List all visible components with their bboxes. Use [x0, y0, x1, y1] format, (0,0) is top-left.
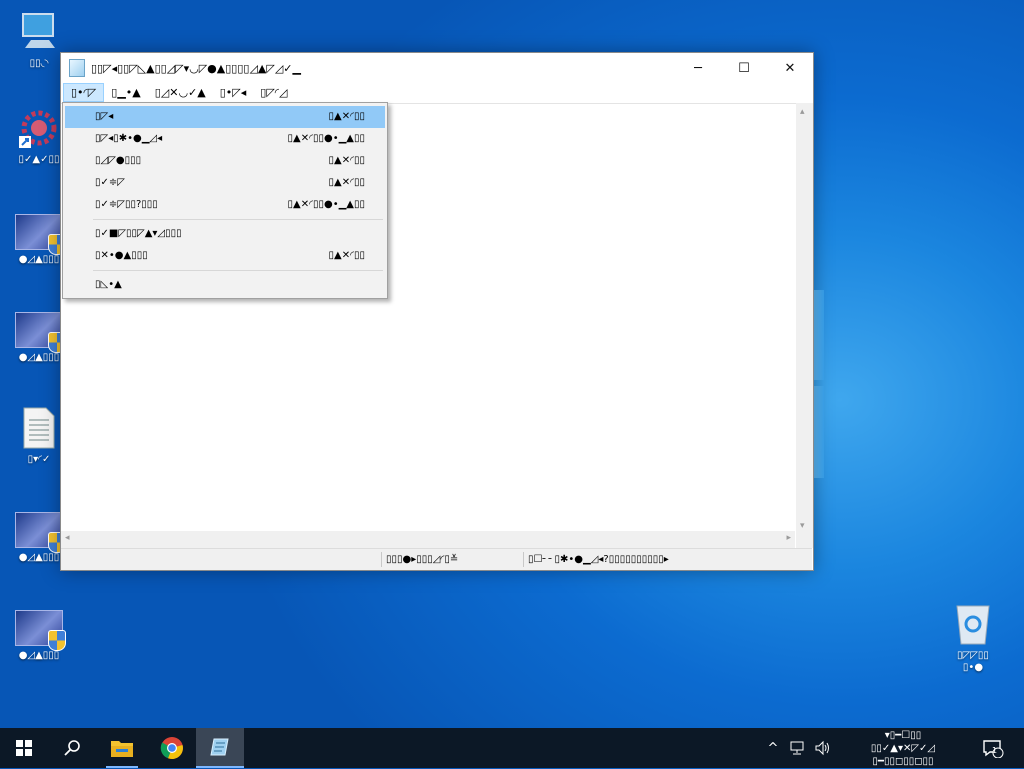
minimize-button[interactable]: ─ — [675, 53, 721, 83]
menu-edit[interactable]: ▯▁•▲ — [104, 83, 147, 102]
taskbar-file-explorer[interactable] — [98, 728, 146, 768]
shield-app-icon — [15, 610, 66, 651]
notepad-icon — [69, 59, 85, 77]
volume-icon[interactable] — [812, 728, 834, 768]
taskbar: ^ ▾▯━☐▯▯ ▯▯✓▲▾✕◸✓◿ ▯━▯▯◻▯▯◻▯▯ 1 — [0, 728, 1024, 768]
text-file-icon — [22, 406, 56, 450]
menu-item-print[interactable]: ▯✕•●▲▯▯▯ ▯▲✕◜▯▯ — [65, 245, 385, 267]
menu-help[interactable]: ▯◸◜◿ — [253, 83, 294, 102]
file-menu-dropdown: ▯◸◂ ▯▲✕◜▯▯ ▯◸◂▯✱•●▁◿◂ ▯▲✕◜▯▯●•▁▲▯▯ ▯◿◸●▯… — [62, 102, 388, 299]
menu-item-open[interactable]: ▯◿◸●▯▯▯ ▯▲✕◜▯▯ — [65, 150, 385, 172]
desktop-icon-recycle-bin[interactable]: ▯◸◸▯▯ ▯•● — [936, 602, 1010, 674]
vertical-scrollbar[interactable]: ▴ ▾ — [796, 103, 813, 533]
action-center-button[interactable]: 1 — [978, 728, 1008, 768]
close-button[interactable]: ✕ — [767, 53, 813, 83]
scroll-down-icon[interactable]: ▾ — [800, 521, 805, 531]
computer-icon — [19, 10, 59, 54]
taskbar-notepad[interactable] — [196, 728, 244, 768]
recycle-bin-label: ▯•● — [962, 662, 984, 673]
shield-app-icon — [15, 214, 66, 255]
windows-logo-icon — [16, 740, 32, 756]
menu-separator — [93, 219, 383, 220]
status-bar: ▯▯▯●▸▯▯▯◿◜▯≚ ▯☐╴╴▯✱•●▁◿◂?▯▯▯▯▯▯▯▯▯▯▸ — [61, 548, 812, 570]
recycle-bin-label: ▯◸◸▯▯ — [957, 650, 989, 661]
menu-item-page-setup[interactable]: ▯✓■◸▯▯◸▲▾◿▯▯▯ — [65, 223, 385, 245]
notification-count-badge: 1 — [992, 746, 998, 755]
folder-icon — [111, 741, 133, 757]
desktop-icon-app[interactable]: ●◿▲▯▯▯ — [2, 610, 76, 662]
status-encoding: ▯☐╴╴▯✱•●▁◿◂?▯▯▯▯▯▯▯▯▯▯▸ — [523, 552, 669, 567]
clock[interactable]: ▾▯━☐▯▯ ▯▯✓▲▾✕◸✓◿ ▯━▯▯◻▯▯◻▯▯ — [848, 728, 958, 769]
menu-item-save[interactable]: ▯✓≑◸ ▯▲✕◜▯▯ — [65, 172, 385, 194]
clock-line: ▯▯✓▲▾✕◸✓◿ — [870, 743, 936, 754]
search-button[interactable] — [48, 728, 96, 768]
menu-item-new-window[interactable]: ▯◸◂▯✱•●▁◿◂ ▯▲✕◜▯▯●•▁▲▯▯ — [65, 128, 385, 150]
scroll-left-icon[interactable]: ◂ — [65, 533, 70, 543]
window-title: ▯▯◸◂▯▯◸◺▲▯▯◿◸▾◡◸●▲▯▯▯▯◿▲◸◿✓▁ — [91, 61, 301, 75]
shield-app-icon — [15, 512, 66, 553]
desktop-icon-label: ●◿▲▯▯▯ — [18, 650, 60, 661]
network-icon[interactable] — [786, 728, 808, 768]
notepad-icon — [210, 738, 229, 756]
shield-app-icon — [15, 312, 66, 353]
horizontal-scrollbar[interactable]: ◂ ▸ — [61, 531, 795, 548]
scrollbar-corner — [796, 531, 813, 548]
start-button[interactable] — [0, 728, 48, 768]
status-cursor-position: ▯▯▯●▸▯▯▯◿◜▯≚ — [381, 552, 458, 567]
clock-line: ▯━▯▯◻▯▯◻▯▯ — [872, 756, 934, 767]
scroll-up-icon[interactable]: ▴ — [800, 107, 805, 117]
show-hidden-icons-button[interactable]: ^ — [764, 728, 782, 768]
menu-format[interactable]: ▯◿✕◡✓▲ — [148, 83, 213, 102]
title-bar[interactable]: ▯▯◸◂▯▯◸◺▲▯▯◿◸▾◡◸●▲▯▯▯▯◿▲◸◿✓▁ ─ ☐ ✕ — [61, 53, 813, 83]
clock-line: ▾▯━☐▯▯ — [884, 730, 922, 741]
menu-item-save-as[interactable]: ▯✓≑◸▯▯?▯▯▯ ▯▲✕◜▯▯●•▁▲▯▯ — [65, 194, 385, 216]
taskbar-chrome[interactable] — [148, 728, 196, 768]
menu-bar: ▯•◜◸ ▯▁•▲ ▯◿✕◡✓▲ ▯•◸◂ ▯◸◜◿ — [61, 83, 813, 102]
menu-item-new[interactable]: ▯◸◂ ▯▲✕◜▯▯ — [65, 106, 385, 128]
menu-file[interactable]: ▯•◜◸ — [63, 83, 105, 102]
recycle-bin-icon — [953, 602, 993, 646]
menu-view[interactable]: ▯•◸◂ — [213, 83, 254, 102]
gear-shortcut-icon — [17, 106, 61, 150]
scroll-right-icon[interactable]: ▸ — [786, 533, 791, 543]
menu-separator — [93, 270, 383, 271]
maximize-button[interactable]: ☐ — [721, 53, 767, 83]
chrome-icon — [160, 737, 183, 760]
search-icon — [64, 740, 80, 756]
menu-item-exit[interactable]: ▯◺•▲ — [65, 274, 385, 296]
